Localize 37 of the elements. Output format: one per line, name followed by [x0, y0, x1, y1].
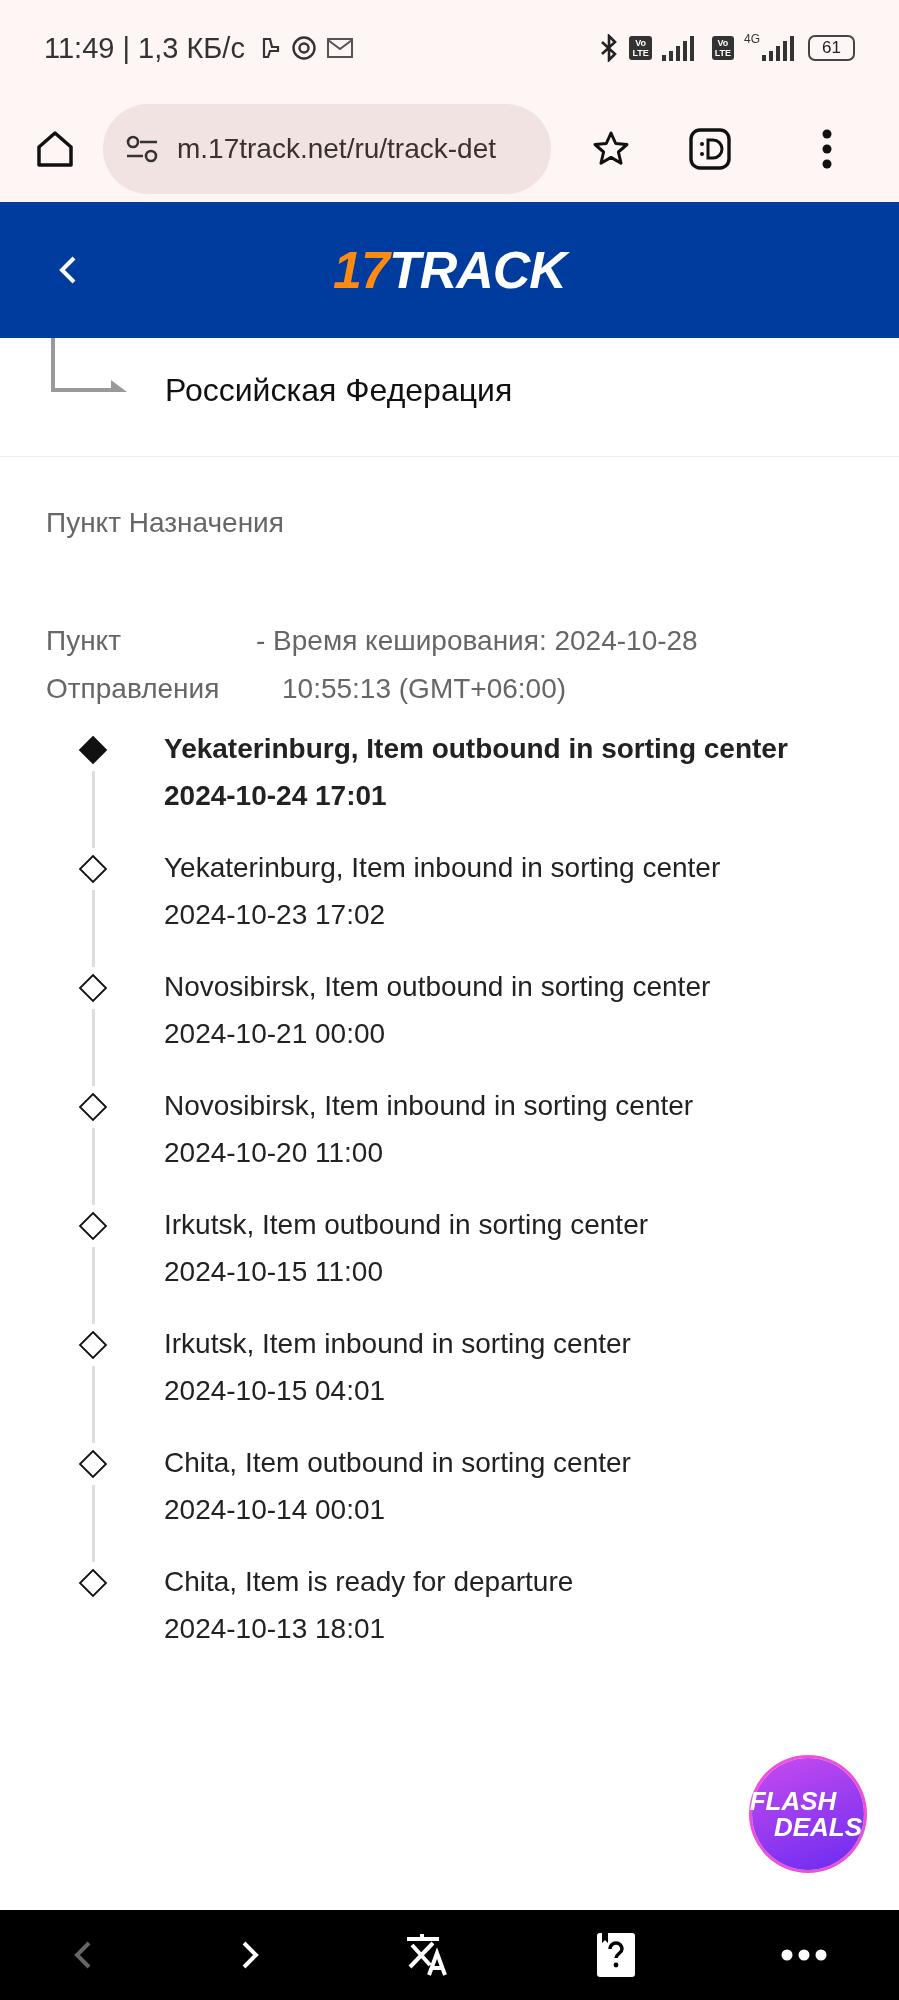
status-time: 11:49 | 1,3 КБ/с: [44, 31, 245, 65]
more-icon[interactable]: [780, 1949, 827, 1961]
event-description: Novosibirsk, Item outbound in sorting center: [164, 970, 711, 1004]
destination-label: Пункт Назначения: [46, 507, 285, 539]
cache-time: 10:55:13 (GMT+06:00): [281, 672, 568, 706]
destination-country: Российская Федерация: [165, 371, 513, 409]
event-description: Novosibirsk, Item inbound in sorting center: [164, 1089, 694, 1123]
network-type: 4G: [744, 32, 761, 46]
event-time: 2024-10-23 17:02: [164, 898, 387, 932]
event-description: Yekaterinburg, Item inbound in sorting center: [164, 851, 721, 885]
event-time: 2024-10-24 17:01: [164, 779, 388, 813]
site-settings-icon[interactable]: [125, 135, 159, 163]
extension-icon[interactable]: [689, 128, 731, 170]
event-time: 2024-10-13 18:01: [164, 1612, 387, 1646]
cache-note: - Время кеширования: 2024-10-28: [256, 624, 698, 658]
event-description: Irkutsk, Item outbound in sorting center: [164, 1208, 649, 1242]
event-description: Yekaterinburg, Item outbound in sorting center: [164, 732, 788, 766]
volte-badge: Vo LTE: [629, 36, 652, 60]
volte-badge: Vo LTE: [711, 36, 735, 60]
back-icon[interactable]: [58, 255, 78, 285]
origin-label: Пункт Отправления: [46, 624, 221, 706]
event-description: Chita, Item is ready for departure: [164, 1565, 574, 1599]
at-sign-icon: [290, 35, 317, 61]
home-icon[interactable]: [35, 129, 75, 169]
flash-deals-badge[interactable]: FLASH DEALS: [752, 1758, 864, 1870]
event-description: Chita, Item outbound in sorting center: [164, 1446, 631, 1480]
event-time: 2024-10-15 11:00: [164, 1255, 384, 1289]
help-card-icon[interactable]: [596, 1932, 637, 1978]
address-bar[interactable]: m.17track.net/ru/track-det: [103, 104, 551, 194]
event-time: 2024-10-15 04:01: [164, 1374, 387, 1408]
event-description: Irkutsk, Item inbound in sorting center: [164, 1327, 631, 1361]
menu-icon[interactable]: [821, 129, 833, 169]
battery-indicator: 61: [808, 35, 855, 61]
mail-icon: [326, 38, 353, 58]
event-time: 2024-10-14 00:01: [164, 1493, 387, 1527]
event-time: 2024-10-21 00:00: [164, 1017, 387, 1051]
event-time: 2024-10-20 11:00: [164, 1136, 384, 1170]
